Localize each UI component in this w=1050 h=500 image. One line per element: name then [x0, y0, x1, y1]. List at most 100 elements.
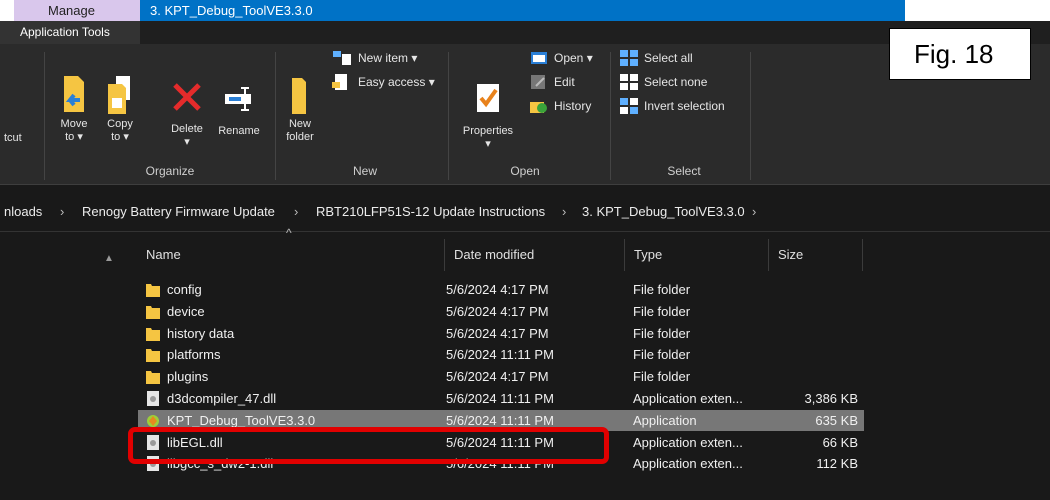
column-resize-handle[interactable] — [624, 239, 625, 271]
properties-button[interactable]: Properties ▾ — [455, 82, 521, 151]
breadcrumb-chevron-icon[interactable]: › — [562, 204, 566, 219]
move-to-button[interactable]: Move to ▾ — [54, 74, 94, 144]
file-date-modified: 5/6/2024 4:17 PM — [446, 325, 549, 341]
move-to-label: Move — [60, 118, 88, 130]
folder-icon — [146, 282, 160, 297]
delete-button[interactable]: Delete ▾ — [163, 80, 211, 149]
new-item-icon — [333, 51, 351, 65]
file-type: File folder — [633, 282, 691, 297]
file-row[interactable]: platforms 5/6/2024 11:11 PM File folder — [138, 344, 864, 365]
file-type: Application — [633, 412, 697, 428]
file-size: 66 KB — [822, 434, 858, 450]
copy-to-button[interactable]: Copy to ▾ — [100, 74, 140, 144]
file-row[interactable]: config 5/6/2024 4:17 PM File folder — [138, 279, 864, 300]
file-name: d3dcompiler_47.dll — [167, 391, 277, 406]
file-name: plugins — [167, 369, 209, 385]
column-header-row: Name Date modified Type Size — [122, 239, 872, 271]
file-date-modified: 5/6/2024 4:17 PM — [446, 369, 549, 385]
highlight-annotation — [128, 427, 609, 464]
breadcrumb-item-current-folder[interactable]: 3. KPT_Debug_ToolVE3.3.0 — [582, 204, 745, 219]
divider — [44, 52, 45, 180]
file-size — [768, 323, 858, 344]
rename-icon — [225, 87, 251, 111]
history-icon — [530, 102, 547, 113]
history-button[interactable]: History — [530, 96, 591, 116]
divider — [275, 52, 276, 180]
select-all-label: Select all — [644, 51, 693, 65]
sort-ascending-icon: ^ — [286, 226, 292, 240]
divider — [610, 52, 611, 180]
column-resize-handle[interactable] — [862, 239, 863, 271]
file-size — [768, 301, 858, 322]
manage-tab[interactable]: Manage — [14, 0, 140, 21]
column-header-type[interactable]: Type — [626, 239, 768, 271]
open-button[interactable]: Open ▾ — [530, 48, 593, 68]
file-size: 112 KB — [816, 456, 858, 472]
column-header-name[interactable]: Name — [138, 239, 444, 271]
divider — [448, 52, 449, 180]
breadcrumb-item-update-instructions[interactable]: RBT210LFP51S-12 Update Instructions — [316, 204, 545, 219]
nav-scroll-up-icon[interactable]: ▲ — [104, 253, 114, 264]
file-date-modified: 5/6/2024 11:11 PM — [446, 391, 554, 406]
file-name: history data — [167, 325, 235, 341]
properties-dropdown-icon: ▾ — [485, 138, 491, 150]
application-icon — [146, 413, 160, 428]
file-size — [768, 279, 858, 300]
file-size — [768, 366, 858, 387]
organize-group-label: Organize — [145, 164, 195, 178]
select-all-button[interactable]: Select all — [620, 48, 693, 68]
easy-access-label: Easy access ▾ — [358, 75, 435, 89]
address-border — [0, 231, 1050, 232]
file-row[interactable]: d3dcompiler_47.dll 5/6/2024 11:11 PM Appli… — [138, 388, 864, 409]
edit-label: Edit — [554, 75, 575, 89]
new-folder-button[interactable]: New folder — [280, 74, 320, 144]
file-type: Application exten... — [633, 456, 743, 472]
delete-dropdown-icon: ▾ — [184, 136, 190, 148]
breadcrumb-item-firmware-update[interactable]: Renogy Battery Firmware Update — [82, 204, 275, 219]
navigation-pane[interactable] — [0, 232, 122, 500]
easy-access-button[interactable]: Easy access ▾ — [332, 72, 435, 92]
rename-button[interactable]: Rename — [213, 82, 265, 138]
folder-icon — [146, 304, 160, 319]
column-resize-handle[interactable] — [444, 239, 445, 271]
easy-access-icon — [332, 74, 347, 90]
invert-selection-icon — [620, 98, 638, 114]
select-all-icon — [620, 50, 638, 66]
paste-shortcut-label: tcut — [4, 132, 22, 144]
move-to-icon — [64, 76, 84, 112]
file-row[interactable]: plugins 5/6/2024 4:17 PM File folder — [138, 366, 864, 387]
breadcrumb-chevron-icon[interactable]: › — [752, 204, 756, 219]
tab-application-tools[interactable]: Application Tools — [0, 21, 140, 44]
file-date-modified: 5/6/2024 4:17 PM — [446, 282, 549, 297]
new-folder-label: New — [288, 118, 311, 130]
invert-selection-button[interactable]: Invert selection — [620, 96, 725, 116]
history-label: History — [554, 99, 592, 113]
folder-icon — [146, 326, 160, 341]
file-type: Application exten... — [633, 434, 743, 450]
rename-label: Rename — [218, 125, 260, 137]
divider — [750, 52, 751, 180]
copy-to-label: Copy — [107, 118, 133, 130]
edit-button[interactable]: Edit — [530, 72, 575, 92]
select-none-button[interactable]: Select none — [620, 72, 707, 92]
select-group-label: Select — [667, 164, 701, 178]
new-group-label: New — [352, 164, 377, 178]
column-resize-handle[interactable] — [768, 239, 769, 271]
file-date-modified: 5/6/2024 11:11 PM — [446, 347, 554, 363]
column-header-size[interactable]: Size — [770, 239, 862, 271]
file-size: 3,386 KB — [804, 391, 859, 406]
breadcrumb-item-downloads[interactable]: nloads — [4, 204, 42, 219]
breadcrumb-chevron-icon[interactable]: › — [60, 204, 64, 219]
copy-to-label-2: to ▾ — [111, 131, 129, 143]
breadcrumb: nloads › Renogy Battery Firmware Update … — [0, 193, 1050, 231]
breadcrumb-chevron-icon[interactable]: › — [294, 204, 298, 219]
properties-label: Properties — [462, 125, 514, 137]
new-item-button[interactable]: New item ▾ — [332, 48, 417, 68]
file-row[interactable]: device 5/6/2024 4:17 PM File folder — [138, 301, 864, 322]
column-header-date-modified[interactable]: Date modified — [446, 239, 624, 271]
file-type: File folder — [633, 369, 691, 385]
file-row[interactable]: history data 5/6/2024 4:17 PM File folder — [138, 323, 864, 344]
paste-shortcut-button[interactable]: tcut — [4, 132, 22, 145]
open-label: Open ▾ — [554, 51, 593, 65]
ribbon-border — [0, 184, 1050, 185]
